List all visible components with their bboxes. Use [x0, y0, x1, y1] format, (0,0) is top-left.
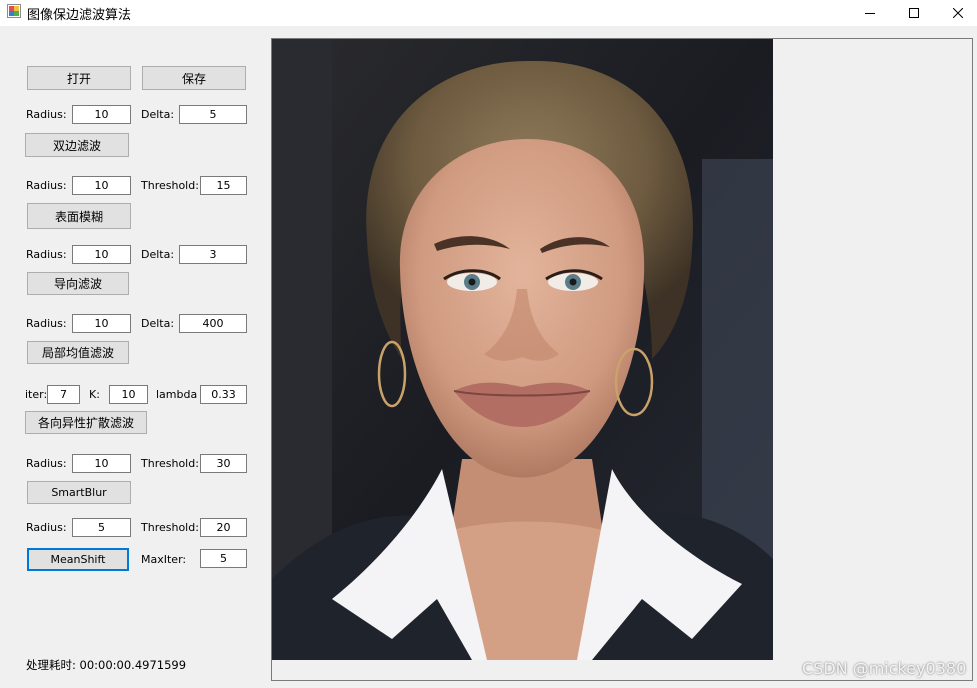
window-title: 图像保边滤波算法	[27, 8, 132, 23]
guided-radius-label: Radius:	[26, 248, 67, 261]
aniso-k-label: K:	[89, 388, 100, 401]
bilateral-delta-label: Delta:	[141, 108, 175, 121]
meanshift-threshold-input[interactable]: 20	[200, 518, 247, 537]
surface-blur-button[interactable]: 表面模糊	[27, 203, 131, 229]
surface-threshold-label: Threshold:	[141, 179, 199, 192]
localmean-delta-label: Delta:	[141, 317, 175, 330]
surface-threshold-input[interactable]: 15	[200, 176, 247, 195]
meanshift-maxiter-label: MaxIter:	[141, 553, 187, 566]
smartblur-threshold-input[interactable]: 30	[200, 454, 247, 473]
close-icon	[953, 8, 963, 18]
localmean-radius-label: Radius:	[26, 317, 67, 330]
meanshift-radius-label: Radius:	[26, 521, 67, 534]
guided-delta-label: Delta:	[141, 248, 175, 261]
title-bar: 图像保边滤波算法	[0, 0, 977, 26]
minimize-icon	[865, 13, 875, 14]
surface-radius-input[interactable]: 10	[72, 176, 131, 195]
bilateral-delta-input[interactable]: 5	[179, 105, 247, 124]
surface-radius-label: Radius:	[26, 179, 67, 192]
aniso-iter-label: iter:	[25, 388, 48, 401]
anisotropic-diffusion-button[interactable]: 各向异性扩散滤波	[25, 411, 147, 434]
localmean-radius-input[interactable]: 10	[72, 314, 131, 333]
smartblur-button[interactable]: SmartBlur	[27, 481, 131, 504]
close-button[interactable]	[935, 0, 977, 26]
guided-radius-input[interactable]: 10	[72, 245, 131, 264]
local-mean-filter-button[interactable]: 局部均值滤波	[27, 341, 129, 364]
bilateral-radius-input[interactable]: 10	[72, 105, 131, 124]
save-button[interactable]: 保存	[142, 66, 246, 90]
smartblur-radius-label: Radius:	[26, 457, 67, 470]
maximize-button[interactable]	[891, 0, 937, 26]
meanshift-maxiter-input[interactable]: 5	[200, 549, 247, 568]
portrait-photo	[272, 39, 773, 660]
minimize-button[interactable]	[847, 0, 893, 26]
smartblur-radius-input[interactable]: 10	[72, 454, 131, 473]
meanshift-threshold-label: Threshold:	[141, 521, 199, 534]
guided-filter-button[interactable]: 导向滤波	[27, 272, 129, 295]
processing-time-label: 处理耗时: 00:00:00.4971599	[26, 658, 187, 672]
meanshift-button[interactable]: MeanShift	[27, 548, 129, 571]
image-preview-box	[271, 38, 973, 681]
bilateral-radius-label: Radius:	[26, 108, 67, 121]
smartblur-threshold-label: Threshold:	[141, 457, 199, 470]
localmean-delta-input[interactable]: 400	[179, 314, 247, 333]
aniso-lambda-label: lambda	[156, 388, 198, 401]
guided-delta-input[interactable]: 3	[179, 245, 247, 264]
app-icon	[7, 4, 21, 18]
bilateral-filter-button[interactable]: 双边滤波	[25, 133, 129, 157]
aniso-iter-input[interactable]: 7	[47, 385, 80, 404]
csdn-watermark: CSDN @mickey0380	[802, 659, 967, 678]
maximize-icon	[909, 8, 919, 18]
aniso-k-input[interactable]: 10	[109, 385, 148, 404]
open-button[interactable]: 打开	[27, 66, 131, 90]
meanshift-radius-input[interactable]: 5	[72, 518, 131, 537]
aniso-lambda-input[interactable]: 0.33	[200, 385, 247, 404]
